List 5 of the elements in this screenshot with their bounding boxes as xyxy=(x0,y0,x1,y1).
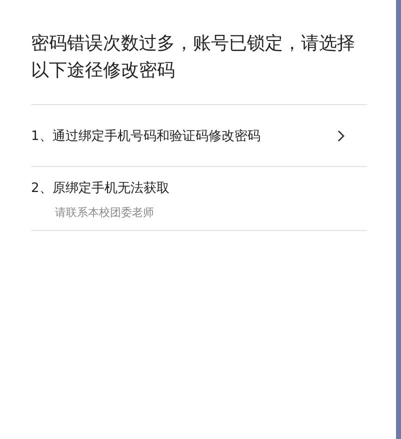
chevron-right-icon xyxy=(337,130,345,142)
option-row[interactable]: 1、通过绑定手机号码和验证码修改密码 xyxy=(31,105,367,167)
option-text: 2、原绑定手机无法获取 xyxy=(31,180,170,197)
option-hint: 请联系本校团委老师 xyxy=(54,205,155,220)
page-title: 密码错误次数过多，账号已锁定，请选择以下途径修改密码 xyxy=(31,30,367,105)
